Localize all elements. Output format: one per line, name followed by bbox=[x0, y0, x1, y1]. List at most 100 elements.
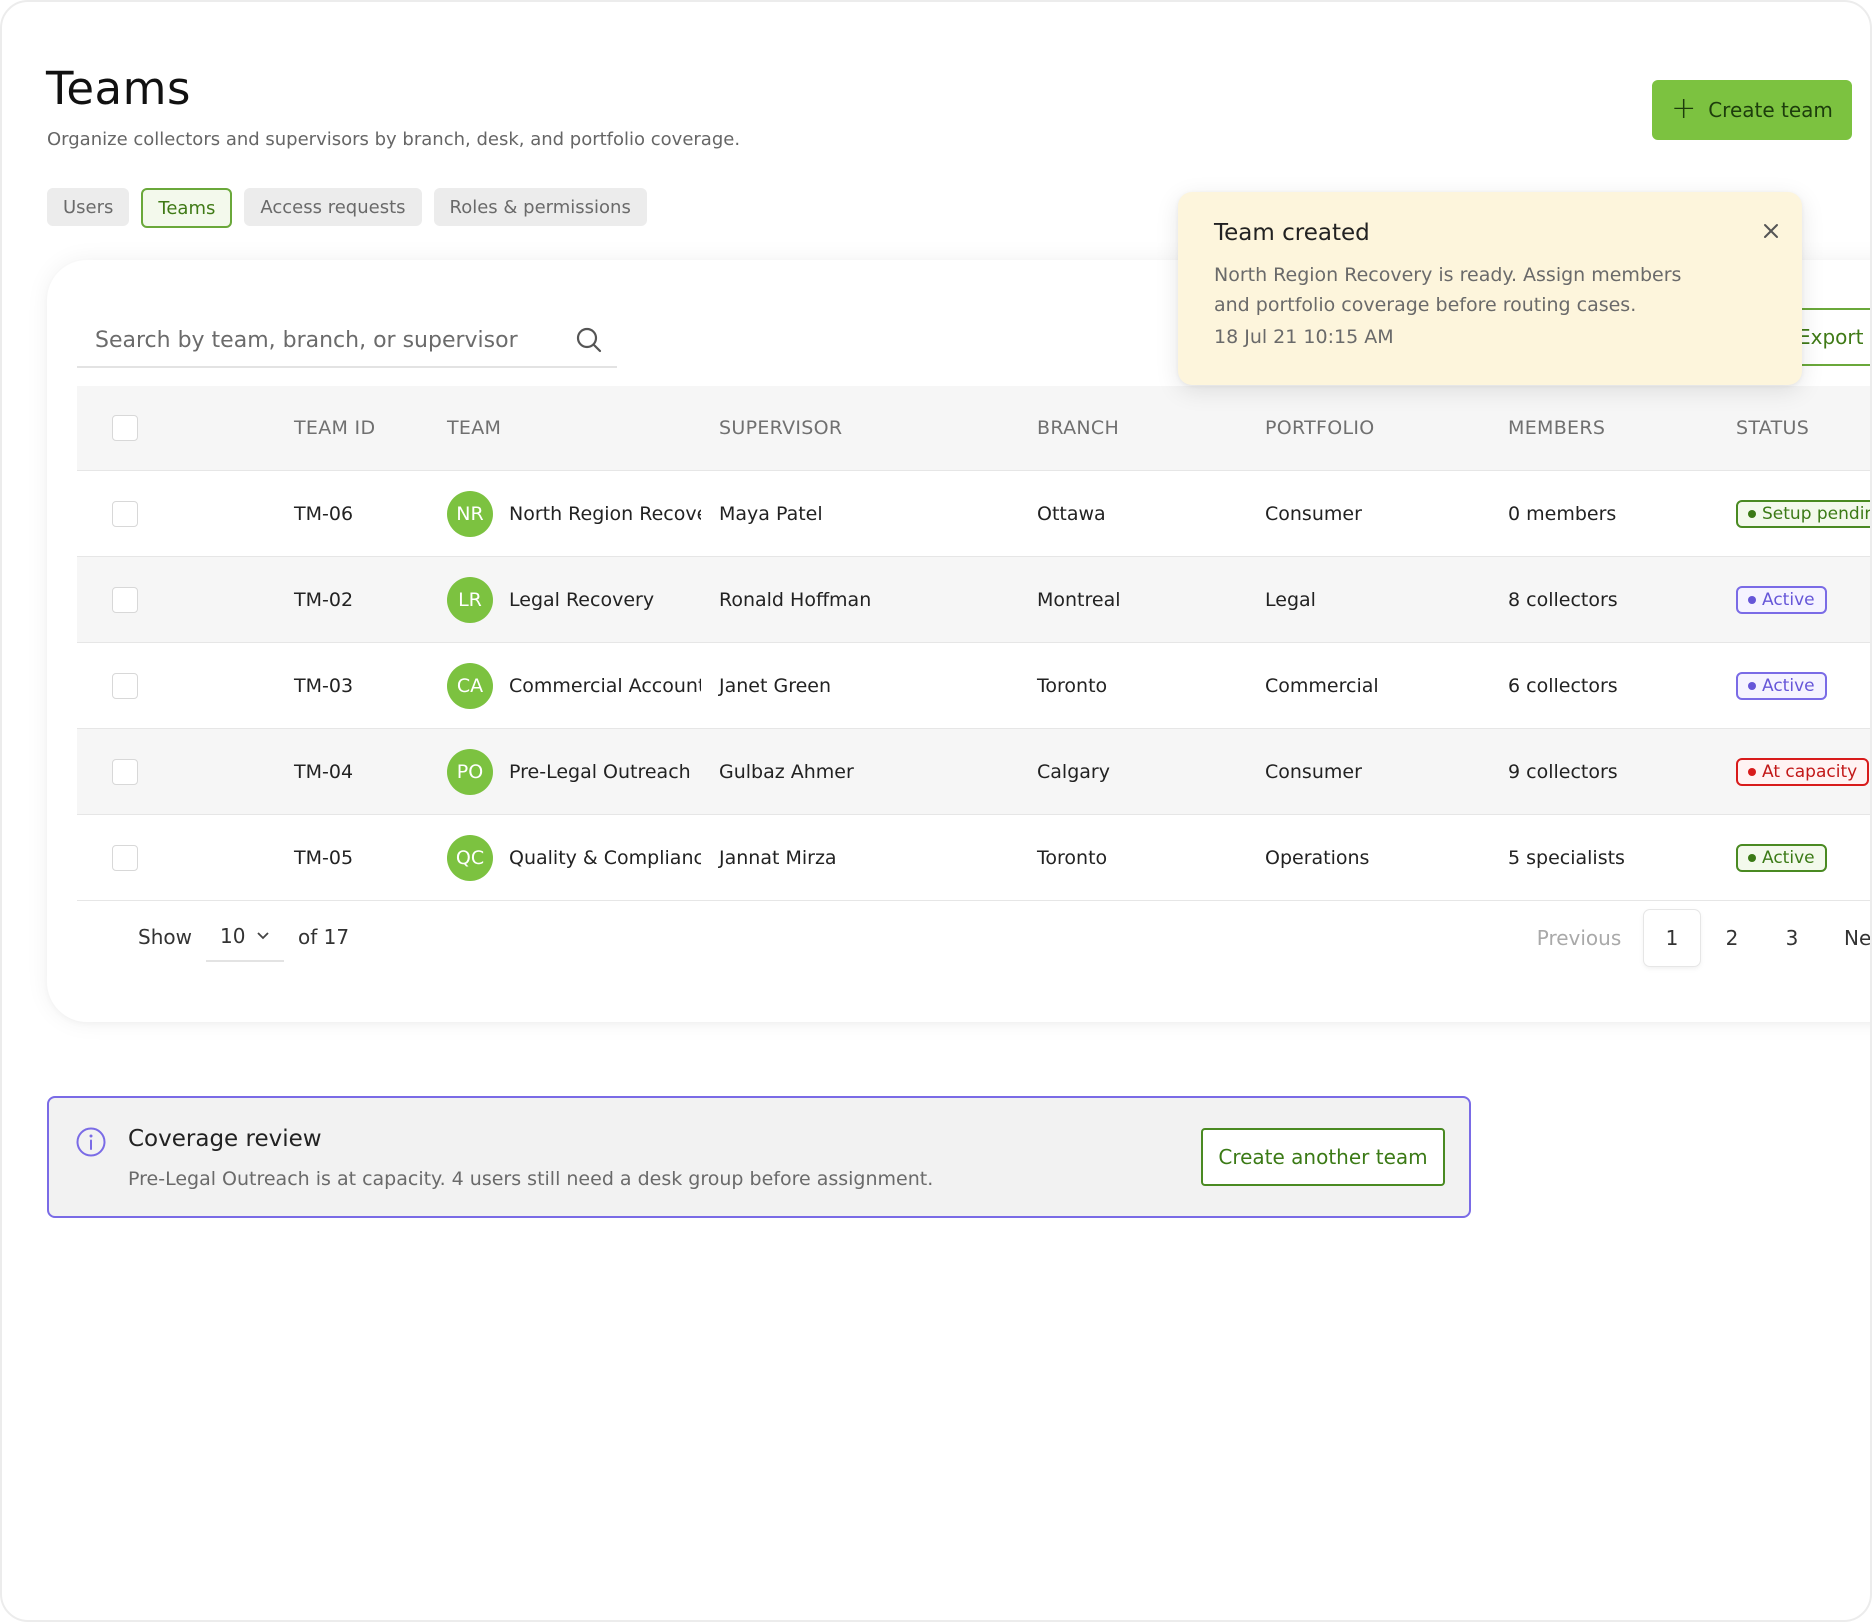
column-header[interactable]: BRANCH bbox=[1036, 386, 1264, 471]
supervisor: Janet Green bbox=[718, 642, 1036, 729]
create-team-button[interactable]: + Create team bbox=[1652, 80, 1852, 140]
members: 0 members bbox=[1507, 470, 1735, 557]
table-row[interactable]: TM-02 LR Legal Recovery Ronald Hoffman Mo… bbox=[77, 556, 1870, 643]
team-id: TM-03 bbox=[293, 642, 446, 729]
column-header[interactable]: PORTFOLIO bbox=[1264, 386, 1507, 471]
status-badge: Active bbox=[1736, 671, 1827, 700]
status-label: Active bbox=[1762, 675, 1815, 696]
status-dot-icon bbox=[1748, 509, 1756, 518]
portfolio: Operations bbox=[1264, 814, 1507, 901]
status-badge: Active bbox=[1736, 843, 1827, 872]
next-page-button[interactable]: Next bbox=[1844, 926, 1870, 950]
page-1-button[interactable]: 1 bbox=[1644, 910, 1700, 966]
status-badge: Setup pending bbox=[1736, 499, 1870, 528]
members: 9 collectors bbox=[1507, 728, 1735, 815]
status-badge: At capacity bbox=[1736, 757, 1870, 786]
previous-page-button[interactable]: Previous bbox=[1534, 926, 1624, 950]
supervisor: Maya Patel bbox=[718, 470, 1036, 557]
status-label: At capacity bbox=[1762, 761, 1858, 782]
status-label: Active bbox=[1762, 847, 1815, 868]
row-checkbox[interactable] bbox=[112, 844, 138, 871]
toast-timestamp: 18 Jul 21 10:15 AM bbox=[1214, 326, 1394, 348]
column-header[interactable]: MEMBERS bbox=[1507, 386, 1735, 471]
page-3-button[interactable]: 3 bbox=[1764, 910, 1820, 966]
branch: Calgary bbox=[1036, 728, 1264, 815]
column-header[interactable]: TEAM bbox=[446, 386, 718, 471]
team-created-toast: Team created North Region Recovery is re… bbox=[1178, 192, 1802, 385]
row-checkbox[interactable] bbox=[112, 500, 138, 527]
status-label: Active bbox=[1762, 589, 1815, 610]
table-row[interactable]: TM-04 PO Pre-Legal Outreach Gulbaz Ahmer … bbox=[77, 728, 1870, 815]
tab-teams[interactable]: Teams bbox=[141, 188, 233, 228]
pagination: Previous 1 2 3 Next bbox=[1534, 910, 1870, 966]
table-row[interactable]: TM-06 NR North Region Recovery Maya Patel… bbox=[77, 470, 1870, 557]
toast-body: North Region Recovery is ready. Assign m… bbox=[1214, 264, 1682, 316]
tab-bar: Users Teams Access requests Roles & perm… bbox=[47, 188, 647, 228]
team-name[interactable]: North Region Recovery bbox=[509, 503, 701, 525]
table-row[interactable]: TM-03 CA Commercial Accounts Janet Green … bbox=[77, 642, 1870, 729]
tab-access-requests[interactable]: Access requests bbox=[244, 188, 422, 226]
column-header[interactable]: SUPERVISOR bbox=[718, 386, 1036, 471]
close-icon[interactable] bbox=[1760, 220, 1782, 242]
branch: Ottawa bbox=[1036, 470, 1264, 557]
team-id: TM-06 bbox=[293, 470, 446, 557]
column-header[interactable]: TEAM ID bbox=[293, 386, 446, 471]
supervisor: Gulbaz Ahmer bbox=[718, 728, 1036, 815]
page-title: Teams bbox=[46, 62, 191, 115]
branch: Toronto bbox=[1036, 814, 1264, 901]
team-name[interactable]: Quality & Compliance bbox=[509, 847, 701, 869]
team-id: TM-04 bbox=[293, 728, 446, 815]
banner-text: Pre-Legal Outreach is at capacity. 4 use… bbox=[128, 1168, 934, 1190]
tab-roles-permissions[interactable]: Roles & permissions bbox=[433, 188, 647, 226]
portfolio: Legal bbox=[1264, 556, 1507, 643]
avatar: QC bbox=[447, 834, 493, 881]
supervisor: Jannat Mirza bbox=[718, 814, 1036, 901]
row-checkbox[interactable] bbox=[112, 586, 138, 613]
avatar: PO bbox=[447, 748, 493, 795]
create-another-team-button[interactable]: Create another team bbox=[1201, 1128, 1445, 1186]
plus-icon: + bbox=[1671, 90, 1697, 126]
column-header[interactable]: STATUS bbox=[1735, 386, 1870, 471]
status-dot-icon bbox=[1748, 767, 1756, 776]
team-id: TM-05 bbox=[293, 814, 446, 901]
toast-title: Team created bbox=[1214, 220, 1370, 246]
tab-users[interactable]: Users bbox=[47, 188, 130, 226]
banner-title: Coverage review bbox=[128, 1126, 322, 1152]
coverage-review-banner: Coverage review Pre-Legal Outreach is at… bbox=[47, 1096, 1471, 1218]
select-all-checkbox[interactable] bbox=[112, 415, 138, 441]
row-checkbox[interactable] bbox=[112, 758, 138, 785]
members: 8 collectors bbox=[1507, 556, 1735, 643]
branch: Montreal bbox=[1036, 556, 1264, 643]
team-name[interactable]: Commercial Accounts bbox=[509, 675, 701, 697]
search-icon[interactable] bbox=[573, 324, 605, 356]
page-subtitle: Organize collectors and supervisors by b… bbox=[47, 129, 741, 150]
page-size-control: Show 10 of 17 bbox=[138, 912, 349, 962]
branch: Toronto bbox=[1036, 642, 1264, 729]
chevron-down-icon bbox=[257, 932, 269, 940]
show-label: Show bbox=[138, 925, 192, 949]
teams-table: TEAM ID TEAM SUPERVISOR BRANCH PORTFOLIO… bbox=[77, 386, 1870, 901]
status-label: Setup pending bbox=[1762, 503, 1870, 524]
portfolio: Consumer bbox=[1264, 728, 1507, 815]
page-size-value: 10 bbox=[219, 924, 246, 948]
table-row[interactable]: TM-05 QC Quality & Compliance Jannat Mirz… bbox=[77, 814, 1870, 901]
status-dot-icon bbox=[1748, 681, 1756, 690]
create-team-label: Create team bbox=[1708, 98, 1833, 122]
members: 5 specialists bbox=[1507, 814, 1735, 901]
page-2-button[interactable]: 2 bbox=[1704, 910, 1760, 966]
table-header-row: TEAM ID TEAM SUPERVISOR BRANCH PORTFOLIO… bbox=[77, 386, 1870, 471]
team-name[interactable]: Pre-Legal Outreach bbox=[509, 761, 701, 783]
avatar: LR bbox=[447, 576, 493, 623]
search-bar bbox=[77, 314, 617, 368]
page-size-select[interactable]: 10 bbox=[205, 912, 284, 962]
team-id: TM-02 bbox=[293, 556, 446, 643]
info-icon bbox=[76, 1127, 106, 1157]
search-input[interactable] bbox=[77, 320, 573, 360]
row-checkbox[interactable] bbox=[112, 672, 138, 699]
team-name[interactable]: Legal Recovery bbox=[509, 589, 701, 611]
app-window: Teams Organize collectors and supervisor… bbox=[0, 0, 1872, 1622]
status-dot-icon bbox=[1748, 853, 1756, 862]
members: 6 collectors bbox=[1507, 642, 1735, 729]
portfolio: Commercial bbox=[1264, 642, 1507, 729]
avatar: CA bbox=[447, 662, 493, 709]
